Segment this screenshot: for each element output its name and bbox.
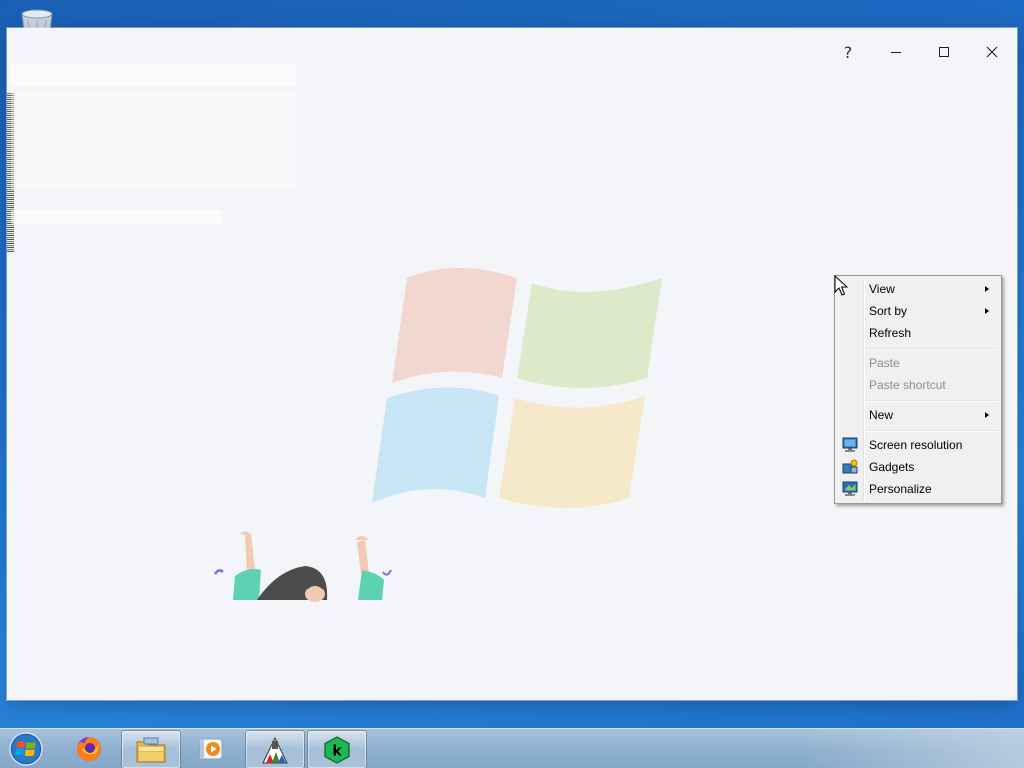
windows-logo-watermark: [372, 268, 662, 508]
menu-item-view[interactable]: View: [837, 278, 997, 300]
menu-separator: [865, 400, 997, 402]
menu-item-screen-resolution[interactable]: Screen resolution: [837, 434, 997, 456]
blurred-content-block: [11, 210, 223, 224]
menu-item-refresh[interactable]: Refresh: [837, 322, 997, 344]
close-button[interactable]: [969, 38, 1015, 66]
menu-item-label: Gadgets: [869, 460, 915, 474]
menu-item-label: Refresh: [869, 326, 912, 340]
menu-item-label: Paste: [869, 356, 900, 370]
menu-item-label: View: [869, 282, 895, 296]
menu-item-personalize[interactable]: Personalize: [837, 478, 997, 500]
menu-item-paste-shortcut[interactable]: Paste shortcut: [837, 374, 997, 396]
menu-item-label: Sort by: [869, 304, 908, 318]
menu-item-new[interactable]: New: [837, 404, 997, 426]
paint-icon: [262, 736, 288, 763]
folder-icon: [136, 737, 166, 762]
person-illustration: [213, 531, 392, 602]
menu-item-gadgets[interactable]: Gadgets: [837, 456, 997, 478]
screen-resolution-icon: [842, 437, 858, 452]
menu-item-paste[interactable]: Paste: [837, 352, 997, 374]
menu-item-label: Paste shortcut: [869, 378, 946, 392]
windows-start-icon: [9, 732, 43, 766]
mouse-cursor-icon: [834, 275, 848, 296]
help-button[interactable]: ?: [825, 38, 871, 66]
taskbar-k-app[interactable]: k: [307, 730, 367, 768]
menu-item-label: New: [869, 408, 894, 422]
menu-item-label: Screen resolution: [869, 438, 963, 452]
taskbar-media-player[interactable]: [182, 730, 240, 767]
gadgets-icon: [842, 459, 858, 474]
taskbar: k: [0, 728, 1024, 768]
menu-separator: [865, 348, 997, 350]
submenu-arrow-icon: [985, 308, 989, 314]
maximize-button[interactable]: [921, 38, 967, 66]
minimize-button[interactable]: [873, 38, 919, 66]
submenu-arrow-icon: [985, 412, 989, 418]
k-app-icon: k: [324, 735, 350, 764]
taskbar-firefox[interactable]: [60, 730, 118, 767]
personalize-icon: [842, 481, 858, 496]
menu-item-label: Personalize: [869, 482, 932, 496]
blurred-content-block: [11, 90, 296, 190]
close-icon: [986, 46, 998, 58]
menu-separator: [865, 430, 997, 432]
firefox-icon: [76, 736, 101, 761]
submenu-arrow-icon: [985, 286, 989, 292]
blurred-content-block: [11, 64, 296, 86]
menu-item-sort-by[interactable]: Sort by: [837, 300, 997, 322]
desktop[interactable]: ? View Sort by Refresh Paste Paste short…: [0, 0, 1024, 768]
minimize-icon: [891, 52, 901, 53]
svg-text:k: k: [332, 743, 342, 759]
maximize-icon: [939, 47, 949, 57]
start-button[interactable]: [6, 730, 46, 768]
media-player-icon: [199, 738, 223, 759]
taskbar-file-explorer[interactable]: [121, 730, 181, 768]
desktop-context-menu: View Sort by Refresh Paste Paste shortcu…: [834, 275, 1002, 504]
taskbar-paint-app[interactable]: [245, 730, 305, 768]
